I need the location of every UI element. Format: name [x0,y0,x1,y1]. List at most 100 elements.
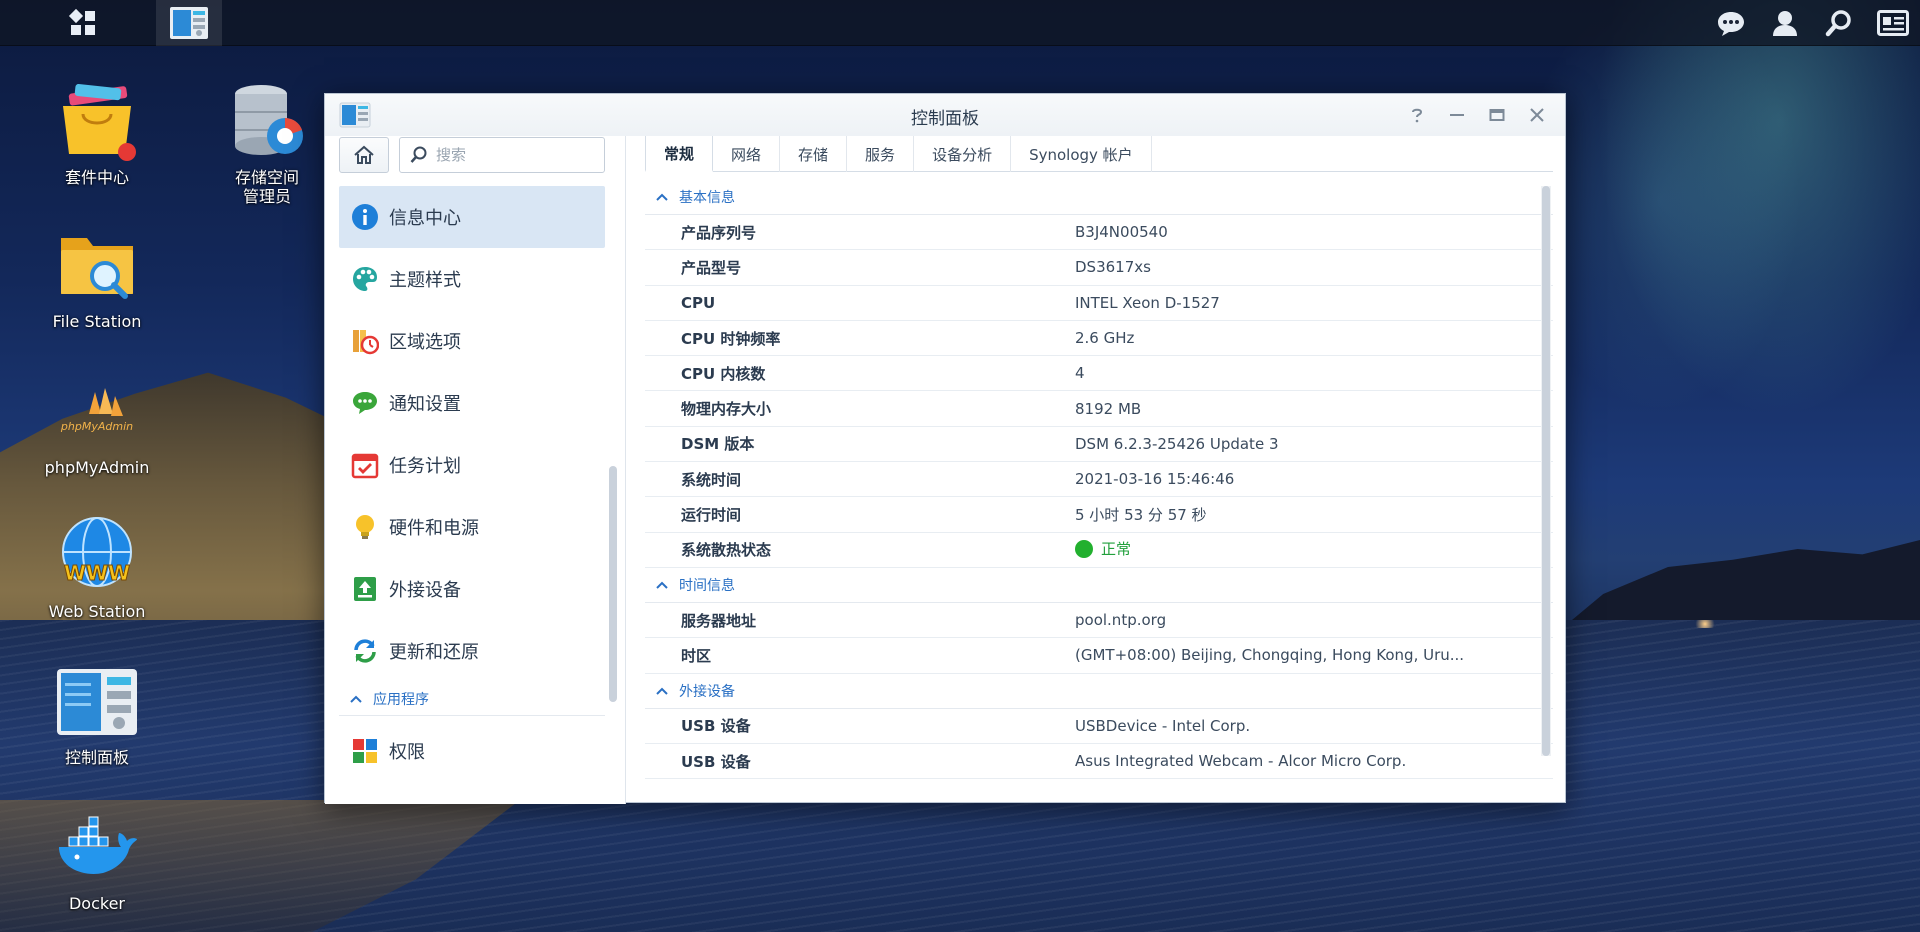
search-icon [1825,10,1851,37]
info-value: B3J4N00540 [1075,223,1168,242]
palette-icon [351,265,379,293]
sidebar-scrollbar[interactable] [607,136,617,804]
info-row-thermal-status: 系统散热状态 正常 [645,533,1553,568]
search-button[interactable] [1812,0,1866,46]
group-header-time-info[interactable]: 时间信息 [645,568,1553,603]
info-key: USB 设备 [681,752,751,771]
desktop-icon-package-center[interactable]: 套件中心 [27,80,167,187]
web-station-icon: WWW [55,514,139,598]
sidebar-item-label: 通知设置 [389,394,461,415]
sidebar-item-label: 区域选项 [389,332,461,353]
group-header-external-devices[interactable]: 外接设备 [645,674,1553,709]
close-icon [1530,108,1544,122]
sidebar-item-label: 信息中心 [389,208,461,229]
info-row-timezone: 时区 (GMT+08:00) Beijing, Chongqing, Hong K… [645,638,1553,674]
group-header-basic-info[interactable]: 基本信息 [645,180,1553,215]
tab-device-analytics[interactable]: 设备分析 [914,136,1012,172]
desktop-icon-label: 控制面板 [64,748,129,767]
close-button[interactable] [1519,102,1555,128]
widgets-icon [1877,10,1909,36]
tab-storage[interactable]: 存储 [780,136,848,172]
desktop-icon-label: File Station [52,312,142,331]
sidebar-item-label: 硬件和电源 [389,518,479,539]
desktop-icon-control-panel[interactable]: 控制面板 [27,660,167,767]
info-row-model: 产品型号 DS3617xs [645,250,1553,286]
help-button[interactable] [1399,102,1435,128]
info-key: CPU [681,293,716,312]
user-button[interactable] [1758,0,1812,46]
sidebar-item-region[interactable]: 区域选项 [339,310,605,372]
taskbar [0,0,1920,46]
sidebar-item-label: 任务计划 [389,456,461,477]
tab-network[interactable]: 网络 [713,136,781,172]
sidebar-item-label: 更新和还原 [389,642,479,663]
sidebar-item-hardware-power[interactable]: 硬件和电源 [339,496,605,558]
info-value: Asus Integrated Webcam - Alcor Micro Cor… [1075,752,1407,770]
widgets-button[interactable] [1866,0,1920,46]
status-text: 正常 [1101,540,1132,559]
group-title: 外接设备 [679,683,735,700]
minimize-button[interactable] [1439,102,1475,128]
info-row-system-time: 系统时间 2021-03-16 15:46:46 [645,462,1553,498]
sidebar-item-notification[interactable]: 通知设置 [339,372,605,434]
grid-icon [68,8,95,35]
docker-icon [55,806,139,890]
home-button[interactable] [339,137,389,173]
info-value: DSM 6.2.3-25426 Update 3 [1075,434,1279,453]
status-badge: 正常 [1075,538,1131,559]
sidebar-item-external-devices[interactable]: 外接设备 [339,558,605,620]
desktop-icon-phpmyadmin[interactable]: phpMyAdmin phpMyAdmin [27,370,167,477]
content-scrollbar-thumb[interactable] [1542,186,1550,756]
sidebar-item-label: 权限 [389,742,425,763]
tab-bar: 常规 网络 存储 服务 设备分析 Synology 帐户 [645,136,1553,172]
info-key: 系统散热状态 [681,541,772,560]
main-menu-button[interactable] [50,0,116,46]
main-panel: 常规 网络 存储 服务 设备分析 Synology 帐户 基本信息 产品序列号 B… [645,136,1553,804]
info-value: 正常 [1075,538,1475,562]
desktop-icon-docker[interactable]: Docker [27,806,167,913]
info-key: 系统时间 [681,470,742,489]
info-row-serial: 产品序列号 B3J4N00540 [645,215,1553,251]
info-value: DS3617xs [1075,258,1151,277]
tab-synology-account[interactable]: Synology 帐户 [1011,136,1152,172]
sidebar-scrollbar-thumb[interactable] [609,466,617,702]
info-key: 产品型号 [681,258,742,277]
window-titlebar[interactable]: 控制面板 [325,94,1565,136]
refresh-icon [351,637,379,665]
search-input[interactable] [436,146,596,164]
taskbar-right-group [1704,0,1920,46]
info-key: 物理内存大小 [681,400,772,419]
region-clock-icon [351,327,379,355]
content-scrollbar[interactable] [1541,186,1551,756]
chat-button[interactable] [1704,0,1758,46]
privileges-icon [351,737,379,765]
info-content: 基本信息 产品序列号 B3J4N00540 产品型号 DS3617xs CPU INT… [645,180,1553,780]
external-device-icon [351,575,379,603]
sidebar-item-theme[interactable]: 主题样式 [339,248,605,310]
sidebar-item-update-restore[interactable]: 更新和还原 [339,620,605,682]
window-title: 控制面板 [911,109,979,129]
tab-service[interactable]: 服务 [847,136,915,172]
maximize-button[interactable] [1479,102,1515,128]
taskbar-control-panel-button[interactable] [156,0,222,46]
info-value: pool.ntp.org [1075,611,1167,630]
svg-text:phpMyAdmin: phpMyAdmin [60,420,133,433]
sidebar-item-task-scheduler[interactable]: 任务计划 [339,434,605,496]
sidebar-item-privileges[interactable]: 权限 [339,720,605,782]
info-key: CPU 内核数 [681,364,766,383]
info-icon [351,203,379,231]
sidebar: 信息中心 主题样式 区域选项 通知设置 [325,136,625,804]
tab-general[interactable]: 常规 [645,136,714,172]
info-key: 运行时间 [681,506,742,525]
sidebar-section-applications[interactable]: 应用程序 [339,682,605,716]
info-value: 2.6 GHz [1075,329,1135,348]
search-field[interactable] [399,137,605,173]
desktop-icon-label: 存储空间 管理员 [234,168,299,206]
desktop-icon-web-station[interactable]: WWW Web Station [27,514,167,621]
info-row-usb-device: USB 设备 Asus Integrated Webcam - Alcor Mic… [645,744,1553,780]
info-value: 4 [1075,364,1085,383]
desktop-icon-file-station[interactable]: File Station [27,224,167,331]
sidebar-item-info-center[interactable]: 信息中心 [339,186,605,248]
desktop-icon-storage-manager[interactable]: 存储空间 管理员 [197,80,337,206]
info-value: 5 小时 53 分 57 秒 [1075,506,1207,525]
